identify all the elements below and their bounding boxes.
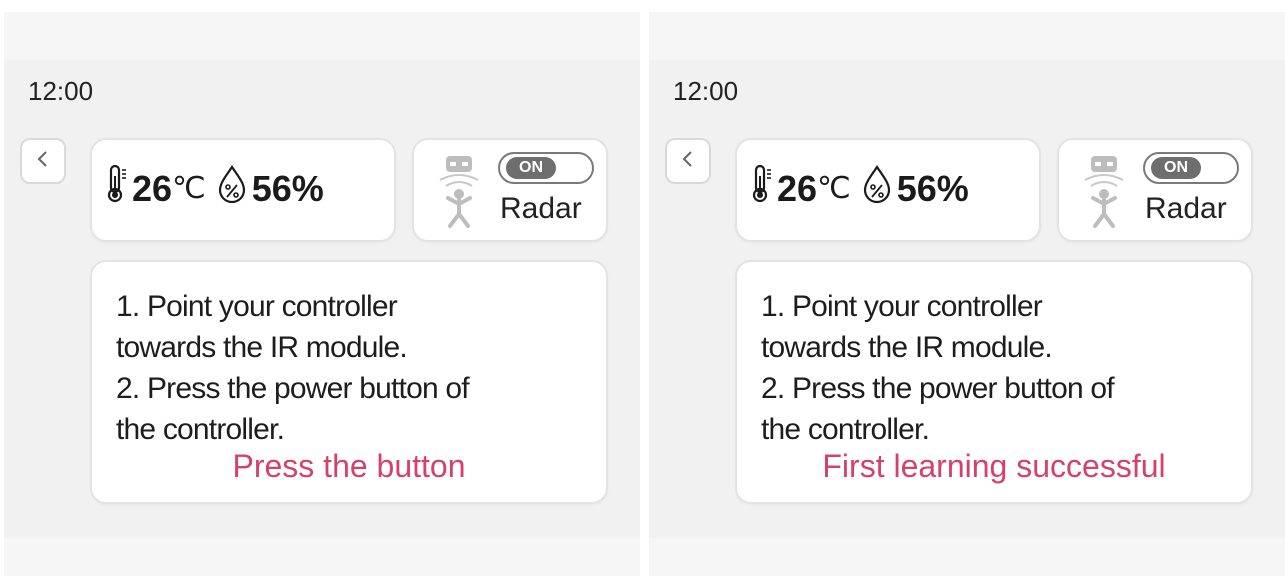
instruction-line: 1. Point your controller — [761, 290, 1043, 323]
radar-card[interactable]: ON Radar — [412, 138, 608, 242]
top-band — [4, 12, 640, 60]
instruction-card: 1. Point your controller towards the IR … — [735, 260, 1253, 504]
instruction-line: towards the IR module. — [761, 331, 1053, 364]
radar-toggle[interactable]: ON — [1143, 152, 1239, 184]
humidity-value: 56% — [896, 167, 969, 209]
humidity-value: 56% — [251, 167, 324, 209]
sensor-card: 26 ℃ 56% — [90, 138, 396, 242]
instruction-text: 1. Point your controller towards the IR … — [116, 286, 586, 450]
back-button[interactable] — [20, 138, 66, 184]
temperature-value: 26 — [132, 167, 173, 209]
radar-label: Radar — [500, 192, 582, 225]
screen-panel-left: 12:00 26 ℃ 56% ON Radar 1. Point your co… — [4, 12, 640, 576]
humidity-drop-icon — [216, 164, 248, 213]
clock: 12:00 — [673, 76, 739, 106]
thermometer-icon — [106, 164, 128, 213]
status-message: Press the button — [232, 448, 466, 484]
toggle-knob: ON — [506, 157, 556, 179]
top-band — [649, 12, 1285, 60]
screen-panel-right: 12:00 26 ℃ 56% ON Radar 1. Point your co… — [649, 12, 1285, 576]
thermometer-icon — [751, 164, 773, 213]
chevron-left-icon — [681, 149, 695, 174]
bottom-band — [4, 538, 640, 576]
radar-label: Radar — [1145, 192, 1227, 225]
humidity-drop-icon — [861, 164, 893, 213]
toggle-knob: ON — [1151, 157, 1201, 179]
instruction-text: 1. Point your controller towards the IR … — [761, 286, 1231, 450]
radar-card[interactable]: ON Radar — [1057, 138, 1253, 242]
temperature-value: 26 — [777, 167, 818, 209]
radar-toggle[interactable]: ON — [498, 152, 594, 184]
radar-person-icon — [428, 154, 492, 235]
bottom-band — [649, 538, 1285, 576]
back-button[interactable] — [665, 138, 711, 184]
instruction-card: 1. Point your controller towards the IR … — [90, 260, 608, 504]
temperature-unit: ℃ — [817, 172, 851, 205]
sensor-card: 26 ℃ 56% — [735, 138, 1041, 242]
instruction-line: the controller. — [761, 413, 930, 446]
radar-person-icon — [1073, 154, 1137, 235]
instruction-line: 2. Press the power button of — [116, 372, 470, 405]
instruction-line: 2. Press the power button of — [761, 372, 1115, 405]
instruction-line: the controller. — [116, 413, 285, 446]
temperature-unit: ℃ — [172, 172, 206, 205]
status-message: First learning successful — [822, 448, 1166, 484]
instruction-line: 1. Point your controller — [116, 290, 398, 323]
instruction-line: towards the IR module. — [116, 331, 408, 364]
chevron-left-icon — [36, 149, 50, 174]
clock: 12:00 — [28, 76, 94, 106]
